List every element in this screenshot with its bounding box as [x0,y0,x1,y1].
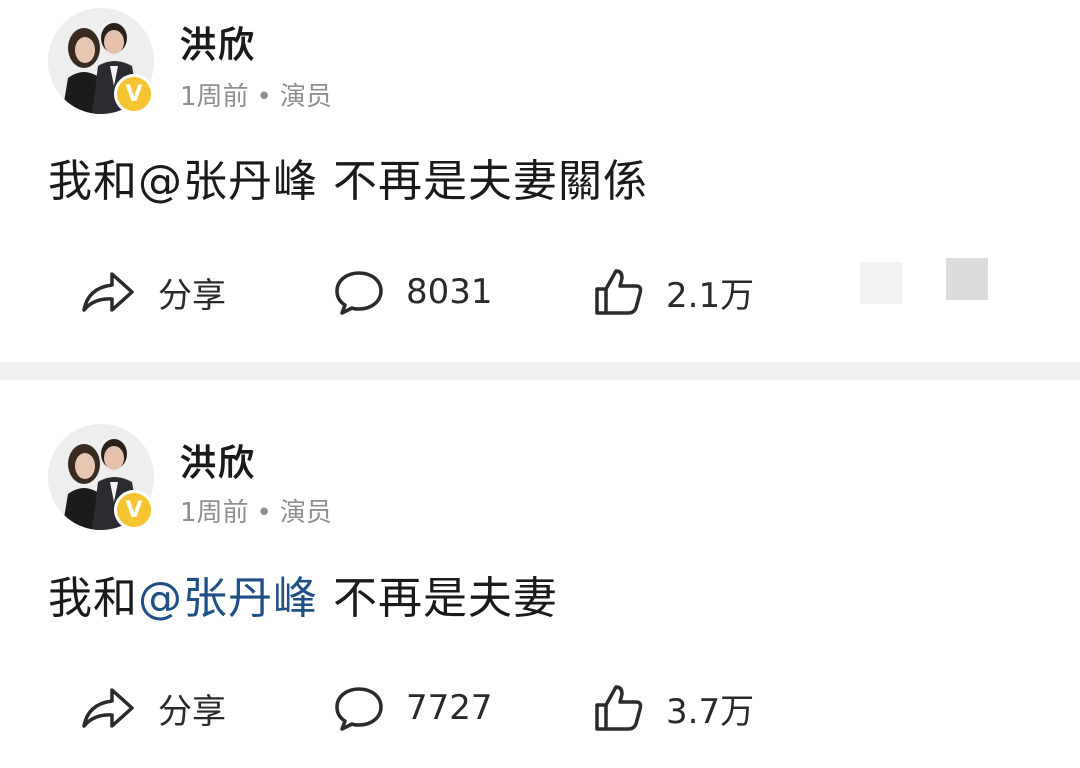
share-label: 分享 [158,691,226,732]
username[interactable]: 洪欣 [180,434,256,486]
post-meta: 1周前 • 演员 [180,492,332,529]
share-icon [82,272,134,312]
like-count: 3.7万 [666,691,755,732]
share-button[interactable]: 分享 [80,262,226,322]
comment-count: 7727 [406,688,493,728]
content-suffix: 不再是夫妻 [318,573,558,624]
comment-button[interactable]: 8031 [334,262,493,322]
post-separator [0,362,1080,380]
mention-text[interactable]: @张丹峰 [138,156,318,207]
comment-count: 8031 [406,272,493,312]
user-tag: 演员 [279,498,332,528]
action-bar: 分享 8031 2.1万 [0,258,1080,322]
content-suffix: 不再是夫妻關係 [318,156,648,207]
share-icon [82,688,134,728]
post-meta: 1周前 • 演员 [180,76,332,113]
meta-separator: • [256,498,272,528]
verified-badge-icon: V [114,490,154,530]
weibo-post: V 洪欣 1周前 • 演员 我和@张丹峰 不再是夫妻關係 分享 8031 2.1万 [0,0,1080,362]
comment-button[interactable]: 7727 [334,678,493,738]
like-count: 2.1万 [666,275,755,316]
post-content: 我和@张丹峰 不再是夫妻關係 [48,145,648,209]
post-time: 1周前 [180,82,249,112]
like-button[interactable]: 3.7万 [594,678,754,738]
share-label: 分享 [158,275,226,316]
like-button[interactable]: 2.1万 [594,262,754,322]
verified-badge-icon: V [114,74,154,114]
content-prefix: 我和 [48,573,138,624]
username[interactable]: 洪欣 [180,16,256,68]
like-icon [595,269,643,315]
user-tag: 演员 [279,82,332,112]
action-bar: 分享 7727 3.7万 [0,678,1080,738]
redacted-block [946,258,988,300]
post-time: 1周前 [180,498,249,528]
weibo-post: V 洪欣 1周前 • 演员 我和@张丹峰 不再是夫妻 分享 7727 3.7万 [0,380,1080,768]
comment-icon [335,687,383,731]
like-icon [595,685,643,731]
share-button[interactable]: 分享 [80,678,226,738]
mention-link[interactable]: @张丹峰 [138,573,318,624]
content-prefix: 我和 [48,156,138,207]
meta-separator: • [256,82,272,112]
redacted-block [860,262,902,304]
comment-icon [335,271,383,315]
post-content: 我和@张丹峰 不再是夫妻 [48,562,558,626]
